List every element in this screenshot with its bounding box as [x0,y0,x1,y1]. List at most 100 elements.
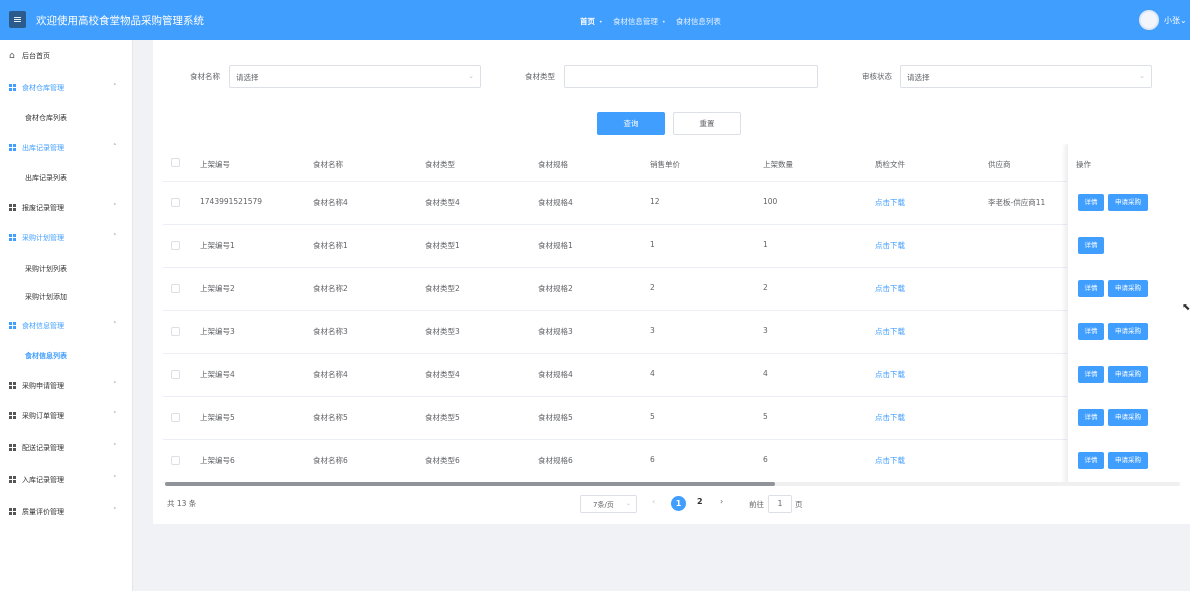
sidebar-group-label: 配送记录管理 [22,444,64,452]
row-actions: 详情 申请采购 [1078,280,1148,297]
select-all-checkbox[interactable] [171,158,180,167]
detail-button[interactable]: 详情 [1078,194,1104,211]
table-cell: 食材规格4 [538,198,573,207]
row-checkbox[interactable] [171,284,180,293]
goto-page-input[interactable]: 1 [768,495,792,513]
food-name-select[interactable]: 请选择 ⌄ [229,65,481,88]
sidebar-subitem[interactable]: 食材仓库列表 [25,113,67,123]
table-cell: 食材名称4 [313,370,348,379]
detail-button[interactable]: 详情 [1078,409,1104,426]
review-status-select[interactable]: 请选择 ⌄ [900,65,1152,88]
top-header: ≡ 欢迎使用高校食堂物品采购管理系统 首页 • 食材信息管理 • 食材信息列表 小张… [0,0,1190,40]
sidebar-subitem[interactable]: 食材信息列表 [25,351,67,361]
sidebar-group-label: 报废记录管理 [22,204,64,212]
table-cell: 食材类型2 [425,284,460,293]
sidebar-group-label: 质量评价管理 [22,508,64,516]
download-link[interactable]: 点击下载 [875,369,905,380]
row-checkbox[interactable] [171,413,180,422]
page-number[interactable]: 2 [697,497,703,506]
prev-page-icon[interactable]: ‹ [652,497,655,506]
table-row: 上架编号1 食材名称1 食材类型1 食材规格1 1 1 点击下载 [163,225,1180,268]
goto-page-suffix: 页 [795,500,803,509]
sidebar-subitem[interactable]: 采购计划列表 [25,264,67,274]
table-row: 上架编号2 食材名称2 食材类型2 食材规格2 2 2 点击下载 [163,268,1180,311]
download-link[interactable]: 点击下载 [875,197,905,208]
table-cell: 上架编号5 [200,413,235,422]
page-number[interactable]: 1 [671,496,686,511]
detail-button[interactable]: 详情 [1078,237,1104,254]
user-menu[interactable]: 小张⌄ [1164,15,1187,26]
sidebar-group[interactable]: 采购计划管理 ˄ [0,228,133,250]
row-checkbox[interactable] [171,456,180,465]
table-cell: 2 [763,283,768,292]
detail-button[interactable]: 详情 [1078,366,1104,383]
chevron-down-icon: ⌄ [1139,72,1145,80]
query-button[interactable]: 查询 [597,112,665,135]
home-icon: ⌂ [9,51,15,61]
column-header: 操作 [1076,160,1091,169]
chevron-down-icon: ⌄ [625,500,631,507]
food-type-input[interactable] [564,65,818,88]
sidebar-group[interactable]: 配送记录管理 ˅ [0,438,133,460]
sidebar-subitem[interactable]: 采购计划添加 [25,292,67,302]
breadcrumb-item-food-info[interactable]: 食材信息管理 [613,17,658,26]
row-checkbox[interactable] [171,370,180,379]
chevron-up-icon: ˄ [113,143,117,151]
apply-purchase-button[interactable]: 申请采购 [1108,366,1148,383]
filter-status-label: 审核状态 [862,72,892,81]
scrollbar-thumb[interactable] [165,482,775,486]
download-link[interactable]: 点击下载 [875,240,905,251]
table-cell: 上架编号4 [200,370,235,379]
sidebar-group[interactable]: 采购申请管理 ˅ [0,376,133,398]
hamburger-icon[interactable]: ≡ [9,11,26,28]
row-checkbox[interactable] [171,198,180,207]
row-actions: 详情 申请采购 [1078,194,1148,211]
row-checkbox[interactable] [171,327,180,336]
sidebar-group[interactable]: 报废记录管理 ˅ [0,198,133,220]
apply-purchase-button[interactable]: 申请采购 [1108,323,1148,340]
table-cell: 食材类型3 [425,327,460,336]
select-value: 请选择 [907,73,930,82]
detail-button[interactable]: 详情 [1078,280,1104,297]
apply-purchase-button[interactable]: 申请采购 [1108,409,1148,426]
apply-purchase-button[interactable]: 申请采购 [1108,280,1148,297]
download-link[interactable]: 点击下载 [875,455,905,466]
table-cell: 6 [763,455,768,464]
horizontal-scrollbar[interactable] [165,482,1180,486]
apply-purchase-button[interactable]: 申请采购 [1108,452,1148,469]
sidebar-group[interactable]: 出库记录管理 ˄ [0,138,133,160]
avatar[interactable] [1139,10,1159,30]
detail-button[interactable]: 详情 [1078,452,1104,469]
download-link[interactable]: 点击下载 [875,412,905,423]
operations-column: 操作 详情 申请采购 详情 详情 申请采购 详情 申请采购 详情 申请采购 详情 申请采购 详情 申请采购 [1067,144,1180,484]
apply-purchase-button[interactable]: 申请采购 [1108,194,1148,211]
row-actions: 详情 申请采购 [1078,409,1148,426]
chevron-down-icon: ⌄ [468,72,474,80]
detail-button[interactable]: 详情 [1078,323,1104,340]
page-size-select[interactable]: 7条/页 ⌄ [580,495,637,513]
table-cell: 食材名称3 [313,327,348,336]
grid-icon [9,234,17,242]
sidebar-item-home[interactable]: ⌂ 后台首页 [0,46,133,68]
table-cell: 食材规格1 [538,241,573,250]
download-link[interactable]: 点击下载 [875,283,905,294]
reset-button[interactable]: 重置 [673,112,741,135]
filter-name-label: 食材名称 [190,72,220,81]
sidebar-subitem[interactable]: 出库记录列表 [25,173,67,183]
next-page-icon[interactable]: › [720,497,723,506]
chevron-up-icon: ˄ [113,83,117,91]
table-cell: 食材类型1 [425,241,460,250]
sidebar-group[interactable]: 采购订单管理 ˅ [0,406,133,428]
sidebar-group[interactable]: 质量评价管理 ˅ [0,502,133,524]
sidebar-group[interactable]: 食材信息管理 ˄ [0,316,133,338]
breadcrumb-home[interactable]: 首页 [580,17,595,26]
row-checkbox[interactable] [171,241,180,250]
sidebar-group-label: 采购计划管理 [22,234,64,242]
chevron-down-icon: ˅ [113,381,117,389]
table-cell: 1 [763,240,768,249]
download-link[interactable]: 点击下载 [875,326,905,337]
table-cell: 食材名称5 [313,413,348,422]
sidebar-group[interactable]: 食材仓库管理 ˄ [0,78,133,100]
sidebar-group[interactable]: 入库记录管理 ˅ [0,470,133,492]
chevron-down-icon: ⌄ [1180,16,1187,25]
